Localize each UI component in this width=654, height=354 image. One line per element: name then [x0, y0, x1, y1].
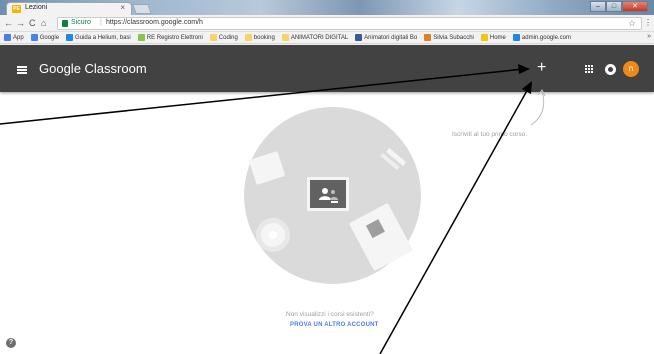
home-icon[interactable]: ⌂ — [41, 18, 46, 28]
bookmark-label: booking — [253, 34, 275, 41]
bookmark-item[interactable]: Coding — [209, 34, 238, 41]
back-icon[interactable]: ← — [4, 18, 13, 28]
bookmark-item[interactable]: Animatori digitali Bo — [355, 34, 417, 41]
browser-tab[interactable]: PE Lezioni × — [6, 2, 132, 15]
new-tab-button[interactable] — [132, 4, 152, 14]
url-text[interactable]: https://classroom.google.com/h — [106, 19, 203, 26]
bookmark-label: Coding — [218, 34, 238, 41]
help-icon[interactable]: ? — [6, 338, 16, 348]
account-ring-icon[interactable] — [605, 64, 616, 75]
card-illustration-icon — [248, 151, 286, 185]
forward-icon[interactable]: → — [16, 18, 25, 28]
bookmark-favicon-icon — [480, 34, 488, 41]
bookmark-item[interactable]: Guida a Helium, basi — [66, 34, 131, 41]
app-title[interactable]: Google Classroom — [39, 61, 147, 76]
bookmark-item[interactable]: admin.google.com — [512, 34, 571, 41]
bookmark-item[interactable]: RE Registro Elettroni — [137, 34, 203, 41]
bookmark-favicon-icon — [281, 34, 289, 41]
bookmark-item[interactable]: Google — [30, 34, 60, 41]
bookmark-favicon-icon — [66, 34, 74, 41]
bookmark-favicon-icon — [30, 34, 38, 41]
close-window-button[interactable]: ✕ — [622, 1, 648, 12]
bookmark-favicon-icon — [244, 34, 252, 41]
secure-label: Sicuro — [71, 19, 91, 26]
try-another-account-link[interactable]: PROVA UN ALTRO ACCOUNT — [290, 322, 379, 328]
bookmark-favicon-icon — [512, 34, 520, 41]
address-bar[interactable]: Sicuro | https://classroom.google.com/h … — [57, 17, 642, 30]
classroom-board-icon — [307, 177, 349, 211]
no-courses-text: Non visualizzi i corsi esistenti? — [286, 311, 374, 318]
bookmark-item[interactable]: App — [4, 34, 24, 41]
screen: PE Lezioni × – □ ✕ ← → C ⌂ Sicuro | http… — [0, 0, 654, 354]
bookmark-item[interactable]: booking — [244, 34, 275, 41]
tab-close-icon[interactable]: × — [120, 3, 125, 12]
classroom-app-bar: Google Classroom + n — [0, 45, 654, 92]
bookmark-label: App — [13, 34, 24, 41]
pencils-icon — [380, 148, 407, 171]
bookmark-favicon-icon — [209, 34, 217, 41]
avatar[interactable]: n — [623, 61, 639, 77]
paper-illustration-icon — [348, 202, 414, 272]
disc-illustration-icon — [256, 218, 290, 252]
lock-icon — [62, 20, 68, 27]
hint-arrow-icon — [530, 89, 546, 126]
empty-state-illustration — [244, 107, 421, 284]
apps-grid-icon[interactable] — [585, 65, 594, 74]
bookmark-label: admin.google.com — [521, 34, 571, 41]
bookmark-label: Home — [489, 34, 506, 41]
maximize-button[interactable]: □ — [606, 1, 622, 12]
window-controls: – □ ✕ — [590, 1, 648, 13]
bookmark-favicon-icon — [355, 34, 363, 41]
bookmark-label: Google — [39, 34, 60, 41]
bookmarks-more-icon[interactable]: » — [647, 33, 651, 40]
reload-icon[interactable]: C — [29, 18, 36, 28]
plus-icon[interactable]: + — [537, 58, 546, 78]
browser-toolbar: ← → C ⌂ Sicuro | https://classroom.googl… — [0, 15, 654, 32]
join-class-hint: Iscriviti al tuo primo corso. — [452, 131, 528, 138]
bookmark-favicon-icon — [4, 34, 11, 41]
hamburger-menu-icon[interactable] — [17, 66, 27, 74]
bookmark-label: Silvia Subacchi — [433, 34, 474, 41]
bookmark-label: RE Registro Elettroni — [146, 34, 203, 41]
minimize-button[interactable]: – — [590, 1, 606, 12]
browser-tab-strip: PE Lezioni × – □ ✕ — [0, 0, 654, 15]
bookmark-favicon-icon — [137, 34, 145, 41]
bookmark-item[interactable]: ANIMATORI DIGITAL — [281, 34, 349, 41]
bookmark-label: ANIMATORI DIGITAL — [290, 34, 349, 41]
bookmark-item[interactable]: Silvia Subacchi — [424, 34, 474, 41]
star-icon[interactable]: ☆ — [628, 18, 636, 29]
address-separator: | — [100, 19, 102, 26]
bookmark-label: Guida a Helium, basi — [75, 34, 131, 41]
browser-menu-icon[interactable]: ⋮ — [644, 18, 652, 27]
bookmark-item[interactable]: Home — [480, 34, 506, 41]
tab-favicon-icon: PE — [12, 5, 21, 13]
tab-title: Lezioni — [25, 4, 48, 11]
bookmark-favicon-icon — [424, 34, 432, 41]
bookmarks-bar: App Google Guida a Helium, basi RE Registro… — [0, 32, 654, 44]
bookmark-label: Animatori digitali Bo — [364, 34, 418, 41]
